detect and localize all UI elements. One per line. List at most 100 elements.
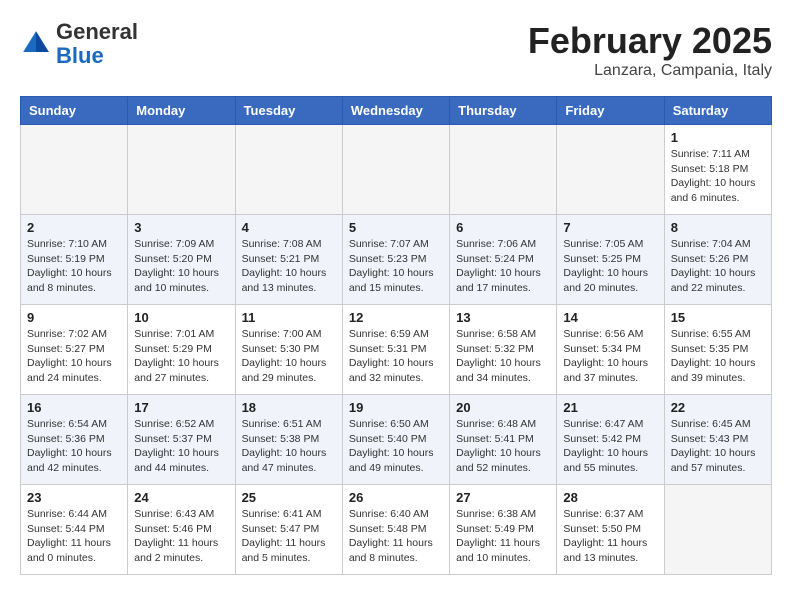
- calendar-cell: 14 Sunrise: 6:56 AM Sunset: 5:34 PM Dayli…: [557, 305, 664, 395]
- day-number: 9: [27, 310, 121, 325]
- header: General Blue February 2025 Lanzara, Camp…: [20, 20, 772, 80]
- calendar-cell: 26 Sunrise: 6:40 AM Sunset: 5:48 PM Dayli…: [342, 485, 449, 575]
- calendar-cell: 11 Sunrise: 7:00 AM Sunset: 5:30 PM Dayli…: [235, 305, 342, 395]
- day-number: 23: [27, 490, 121, 505]
- day-info: Sunrise: 6:38 AM Sunset: 5:49 PM Dayligh…: [456, 507, 550, 566]
- day-info: Sunrise: 7:06 AM Sunset: 5:24 PM Dayligh…: [456, 237, 550, 296]
- day-info: Sunrise: 6:41 AM Sunset: 5:47 PM Dayligh…: [242, 507, 336, 566]
- calendar-cell: 17 Sunrise: 6:52 AM Sunset: 5:37 PM Dayli…: [128, 395, 235, 485]
- day-info: Sunrise: 7:07 AM Sunset: 5:23 PM Dayligh…: [349, 237, 443, 296]
- calendar-cell: 18 Sunrise: 6:51 AM Sunset: 5:38 PM Dayli…: [235, 395, 342, 485]
- calendar-cell: 7Sunrise: 7:05 AM Sunset: 5:25 PM Daylig…: [557, 215, 664, 305]
- day-info: Sunrise: 6:55 AM Sunset: 5:35 PM Dayligh…: [671, 327, 765, 386]
- day-number: 25: [242, 490, 336, 505]
- day-number: 17: [134, 400, 228, 415]
- calendar-cell: [342, 125, 449, 215]
- calendar-cell: 4 Sunrise: 7:08 AM Sunset: 5:21 PM Daylig…: [235, 215, 342, 305]
- day-info: Sunrise: 6:56 AM Sunset: 5:34 PM Dayligh…: [563, 327, 657, 386]
- day-info: Sunrise: 6:54 AM Sunset: 5:36 PM Dayligh…: [27, 417, 121, 476]
- calendar-cell: [557, 125, 664, 215]
- day-info: Sunrise: 7:00 AM Sunset: 5:30 PM Dayligh…: [242, 327, 336, 386]
- logo: General Blue: [20, 20, 138, 68]
- day-info: Sunrise: 7:08 AM Sunset: 5:21 PM Dayligh…: [242, 237, 336, 296]
- day-number: 16: [27, 400, 121, 415]
- day-info: Sunrise: 7:11 AM Sunset: 5:18 PM Dayligh…: [671, 147, 765, 206]
- weekday-header-row: SundayMondayTuesdayWednesdayThursdayFrid…: [21, 97, 772, 125]
- calendar-week-row: 2Sunrise: 7:10 AM Sunset: 5:19 PM Daylig…: [21, 215, 772, 305]
- day-info: Sunrise: 7:02 AM Sunset: 5:27 PM Dayligh…: [27, 327, 121, 386]
- day-info: Sunrise: 7:01 AM Sunset: 5:29 PM Dayligh…: [134, 327, 228, 386]
- calendar-cell: 28Sunrise: 6:37 AM Sunset: 5:50 PM Dayli…: [557, 485, 664, 575]
- calendar-cell: 8 Sunrise: 7:04 AM Sunset: 5:26 PM Daylig…: [664, 215, 771, 305]
- day-number: 24: [134, 490, 228, 505]
- day-info: Sunrise: 7:09 AM Sunset: 5:20 PM Dayligh…: [134, 237, 228, 296]
- calendar-cell: 25 Sunrise: 6:41 AM Sunset: 5:47 PM Dayli…: [235, 485, 342, 575]
- calendar-cell: 15 Sunrise: 6:55 AM Sunset: 5:35 PM Dayli…: [664, 305, 771, 395]
- day-info: Sunrise: 6:45 AM Sunset: 5:43 PM Dayligh…: [671, 417, 765, 476]
- day-number: 26: [349, 490, 443, 505]
- day-number: 1: [671, 130, 765, 145]
- calendar-cell: 23 Sunrise: 6:44 AM Sunset: 5:44 PM Dayli…: [21, 485, 128, 575]
- logo-icon: [20, 28, 52, 60]
- day-info: Sunrise: 6:50 AM Sunset: 5:40 PM Dayligh…: [349, 417, 443, 476]
- logo-blue-text: Blue: [56, 43, 104, 68]
- calendar-cell: 1 Sunrise: 7:11 AM Sunset: 5:18 PM Daylig…: [664, 125, 771, 215]
- calendar-cell: 24 Sunrise: 6:43 AM Sunset: 5:46 PM Dayli…: [128, 485, 235, 575]
- logo-general-text: General: [56, 19, 138, 44]
- calendar-cell: 6 Sunrise: 7:06 AM Sunset: 5:24 PM Daylig…: [450, 215, 557, 305]
- calendar-cell: 13Sunrise: 6:58 AM Sunset: 5:32 PM Dayli…: [450, 305, 557, 395]
- calendar-cell: [235, 125, 342, 215]
- weekday-header: Monday: [128, 97, 235, 125]
- day-info: Sunrise: 7:05 AM Sunset: 5:25 PM Dayligh…: [563, 237, 657, 296]
- day-info: Sunrise: 6:40 AM Sunset: 5:48 PM Dayligh…: [349, 507, 443, 566]
- weekday-header: Friday: [557, 97, 664, 125]
- day-number: 4: [242, 220, 336, 235]
- day-number: 10: [134, 310, 228, 325]
- day-number: 6: [456, 220, 550, 235]
- day-info: Sunrise: 6:37 AM Sunset: 5:50 PM Dayligh…: [563, 507, 657, 566]
- weekday-header: Sunday: [21, 97, 128, 125]
- day-number: 18: [242, 400, 336, 415]
- calendar-cell: [664, 485, 771, 575]
- calendar: SundayMondayTuesdayWednesdayThursdayFrid…: [20, 96, 772, 575]
- day-number: 21: [563, 400, 657, 415]
- calendar-cell: 27 Sunrise: 6:38 AM Sunset: 5:49 PM Dayli…: [450, 485, 557, 575]
- weekday-header: Tuesday: [235, 97, 342, 125]
- calendar-week-row: 1 Sunrise: 7:11 AM Sunset: 5:18 PM Daylig…: [21, 125, 772, 215]
- day-info: Sunrise: 6:43 AM Sunset: 5:46 PM Dayligh…: [134, 507, 228, 566]
- calendar-cell: 20Sunrise: 6:48 AM Sunset: 5:41 PM Dayli…: [450, 395, 557, 485]
- calendar-week-row: 9 Sunrise: 7:02 AM Sunset: 5:27 PM Daylig…: [21, 305, 772, 395]
- day-number: 20: [456, 400, 550, 415]
- calendar-cell: 2Sunrise: 7:10 AM Sunset: 5:19 PM Daylig…: [21, 215, 128, 305]
- calendar-cell: 22Sunrise: 6:45 AM Sunset: 5:43 PM Dayli…: [664, 395, 771, 485]
- day-number: 3: [134, 220, 228, 235]
- month-title: February 2025: [528, 20, 772, 62]
- day-number: 14: [563, 310, 657, 325]
- day-number: 13: [456, 310, 550, 325]
- day-info: Sunrise: 6:51 AM Sunset: 5:38 PM Dayligh…: [242, 417, 336, 476]
- day-number: 27: [456, 490, 550, 505]
- calendar-cell: 12Sunrise: 6:59 AM Sunset: 5:31 PM Dayli…: [342, 305, 449, 395]
- day-info: Sunrise: 7:04 AM Sunset: 5:26 PM Dayligh…: [671, 237, 765, 296]
- location-title: Lanzara, Campania, Italy: [528, 62, 772, 80]
- weekday-header: Thursday: [450, 97, 557, 125]
- day-number: 15: [671, 310, 765, 325]
- calendar-cell: [450, 125, 557, 215]
- day-info: Sunrise: 6:44 AM Sunset: 5:44 PM Dayligh…: [27, 507, 121, 566]
- calendar-cell: 9 Sunrise: 7:02 AM Sunset: 5:27 PM Daylig…: [21, 305, 128, 395]
- calendar-cell: 16 Sunrise: 6:54 AM Sunset: 5:36 PM Dayli…: [21, 395, 128, 485]
- calendar-cell: [21, 125, 128, 215]
- title-area: February 2025 Lanzara, Campania, Italy: [528, 20, 772, 80]
- day-info: Sunrise: 6:52 AM Sunset: 5:37 PM Dayligh…: [134, 417, 228, 476]
- calendar-cell: 3 Sunrise: 7:09 AM Sunset: 5:20 PM Daylig…: [128, 215, 235, 305]
- day-number: 11: [242, 310, 336, 325]
- calendar-cell: 19Sunrise: 6:50 AM Sunset: 5:40 PM Dayli…: [342, 395, 449, 485]
- weekday-header: Saturday: [664, 97, 771, 125]
- weekday-header: Wednesday: [342, 97, 449, 125]
- calendar-cell: 10 Sunrise: 7:01 AM Sunset: 5:29 PM Dayli…: [128, 305, 235, 395]
- day-number: 8: [671, 220, 765, 235]
- day-number: 5: [349, 220, 443, 235]
- day-info: Sunrise: 6:59 AM Sunset: 5:31 PM Dayligh…: [349, 327, 443, 386]
- calendar-week-row: 23 Sunrise: 6:44 AM Sunset: 5:44 PM Dayli…: [21, 485, 772, 575]
- calendar-week-row: 16 Sunrise: 6:54 AM Sunset: 5:36 PM Dayli…: [21, 395, 772, 485]
